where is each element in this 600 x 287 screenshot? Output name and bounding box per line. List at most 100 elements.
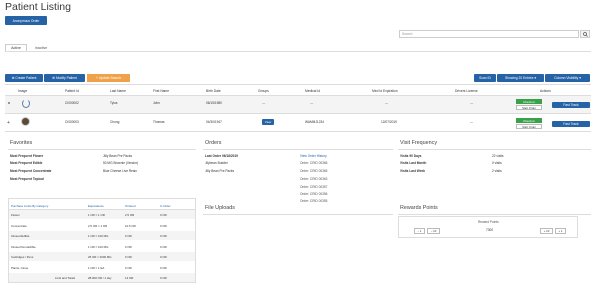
limits-header-in-order: In Order bbox=[160, 204, 171, 208]
col-header-first-name: First Name bbox=[153, 89, 170, 93]
visit-value: 2 visits bbox=[492, 169, 502, 173]
rewards-title: Rewards Points bbox=[400, 205, 438, 211]
limits-cell: 1 OR = 1 OR bbox=[88, 213, 105, 217]
minus-10-button[interactable]: − 10 bbox=[427, 228, 440, 234]
cell-drivers-license: --- bbox=[470, 120, 474, 124]
search-input[interactable]: Search bbox=[399, 30, 579, 38]
favorite-label: Most Frequent Edible bbox=[10, 161, 43, 165]
order-link[interactable]: Order: CRID 00355 bbox=[300, 199, 327, 203]
col-header-last-name: Last Name bbox=[110, 89, 126, 93]
limits-cell: 2.5 OR = 1 OR bbox=[88, 224, 108, 228]
tab-active[interactable]: Active bbox=[5, 44, 27, 51]
scan-id-button[interactable]: Scan ID bbox=[474, 74, 496, 82]
fast-track-button[interactable]: Fast Track bbox=[552, 102, 590, 108]
rewards-divider bbox=[398, 214, 591, 215]
favorite-value: Blue Cheese Live Resin bbox=[103, 169, 138, 173]
limits-cell: Infused Edible bbox=[11, 234, 30, 238]
visit-label: Visits Last Week bbox=[400, 169, 426, 173]
limits-cell: 0 OR bbox=[125, 234, 132, 238]
limits-cell: 0 OR bbox=[160, 245, 167, 249]
update-search-button[interactable]: + Update Search bbox=[87, 74, 130, 82]
row-divider bbox=[5, 113, 591, 114]
favorite-value: Jilly Bean Pre Packs bbox=[103, 154, 133, 158]
last-order-label: Last Order 06/18/2019 bbox=[205, 154, 238, 158]
fast-track-button[interactable]: Fast Track bbox=[552, 121, 590, 127]
limits-cell: 0 OR bbox=[125, 245, 132, 249]
col-header-birth-date: Birth Date bbox=[206, 89, 221, 93]
visit-label: Visits 90 Days bbox=[400, 154, 422, 158]
visits-divider bbox=[398, 149, 591, 150]
limits-cell: 0 OR bbox=[160, 213, 167, 217]
cell-first-name: John bbox=[153, 101, 160, 105]
edit-icon: ⊕ bbox=[52, 76, 55, 80]
start-order-button[interactable]: Start Order bbox=[516, 105, 542, 110]
limits-header-ordered: Ordered bbox=[125, 204, 136, 208]
limits-header-category: Purchase Limits By Category bbox=[11, 204, 49, 208]
checkin-button[interactable]: Check-in bbox=[516, 99, 542, 104]
view-groups-button[interactable]: View bbox=[262, 119, 274, 125]
create-patient-button[interactable]: ⊕ Create Patient bbox=[5, 74, 43, 82]
limits-header-equivalence: Equivalence bbox=[88, 204, 104, 208]
plus-1-button[interactable]: + 1 bbox=[555, 228, 566, 234]
cell-birth-date: 04/30/1947 bbox=[206, 120, 222, 124]
limits-cell: 10.5 OR bbox=[125, 224, 136, 228]
row-select-radio[interactable] bbox=[8, 102, 10, 104]
order-product: Jilybean Budder bbox=[205, 161, 228, 165]
limits-cell: Infused Non-Edible bbox=[11, 245, 36, 249]
cell-medical-id: --- bbox=[310, 101, 314, 105]
limits-cell: 1 OR = 100 MG bbox=[88, 234, 109, 238]
showing-entries-dropdown[interactable]: Showing 20 Entries ▾ bbox=[497, 74, 544, 82]
file-uploads-title: File Uploads bbox=[205, 205, 235, 211]
limits-cell: 0 OR bbox=[160, 266, 167, 270]
limits-total-cell: 14 OR bbox=[125, 276, 134, 280]
start-order-button[interactable]: Start Order bbox=[516, 124, 542, 129]
minus-1-button[interactable]: − 1 bbox=[414, 228, 425, 234]
reward-points-value: 7300 bbox=[486, 228, 494, 232]
limits-cell: Cartridges / Pens bbox=[11, 255, 34, 259]
modify-patient-button[interactable]: ⊕ Modify Patient bbox=[44, 74, 85, 82]
table-top-border bbox=[5, 84, 591, 85]
limits-cell: 0 OR bbox=[125, 266, 132, 270]
visit-label: Visits Last Month bbox=[400, 161, 427, 165]
limits-cell: 1 OR = 1 EA bbox=[88, 266, 105, 270]
favorite-label: Most Frequent Topical bbox=[10, 177, 44, 181]
anonymous-order-button[interactable]: Anonymous Order bbox=[5, 16, 47, 25]
chevron-down-icon: ▾ bbox=[534, 76, 537, 80]
order-link[interactable]: Order: CRID 00356 bbox=[300, 192, 327, 196]
orders-title: Orders bbox=[205, 140, 222, 146]
cell-birth-date: 06/15/1980 bbox=[206, 101, 222, 105]
avatar bbox=[22, 99, 30, 108]
limits-cell: 0 OR bbox=[160, 224, 167, 228]
column-visibility-dropdown[interactable]: Column Visibility ▾ bbox=[545, 74, 590, 82]
cell-medical-id: WAMMJ1234 bbox=[305, 120, 325, 124]
favorites-title: Favorites bbox=[10, 140, 33, 146]
order-link[interactable]: Order: CRID 00363 bbox=[300, 177, 327, 181]
limits-total-cell: 0 OR bbox=[160, 276, 167, 280]
visit-value: 22 visits bbox=[492, 154, 504, 158]
view-order-history-link[interactable]: View Order History bbox=[300, 154, 327, 158]
col-header-med-id-expiration: Med Id Expiration bbox=[372, 89, 398, 93]
limits-cell: 25 OR = 2000 MG bbox=[88, 255, 112, 259]
col-header-patient-id: Patient Id bbox=[65, 89, 79, 93]
table-row[interactable] bbox=[5, 96, 591, 113]
visit-value: 0 visits bbox=[492, 161, 502, 165]
favorite-label: Most Frequent Flower bbox=[10, 154, 44, 158]
cell-patient-id: CI000002 bbox=[65, 101, 79, 105]
order-link[interactable]: Order: CRID 00357 bbox=[300, 185, 327, 189]
cell-last-name: Tylus bbox=[110, 101, 118, 105]
checkin-button[interactable]: Check-in bbox=[516, 118, 542, 123]
order-link[interactable]: Order: CRID 00366 bbox=[300, 161, 327, 165]
order-link[interactable]: Order: CRID 00365 bbox=[300, 169, 327, 173]
limits-total-cell: 28.000 OR / 1 day bbox=[88, 276, 112, 280]
expand-row-icon[interactable]: + bbox=[7, 120, 10, 126]
plus-10-button[interactable]: + 10 bbox=[540, 228, 553, 234]
limits-cell: 0 OR bbox=[160, 234, 167, 238]
avatar bbox=[21, 117, 30, 126]
tab-inactive[interactable]: Inactive bbox=[28, 44, 54, 51]
col-header-image: Image bbox=[18, 89, 28, 93]
favorites-divider bbox=[8, 149, 196, 150]
limits-cell: 1 OR = 100 MG bbox=[88, 245, 109, 249]
row-divider bbox=[5, 131, 591, 132]
search-button[interactable] bbox=[580, 30, 590, 38]
limits-cell: Flower bbox=[11, 213, 20, 217]
